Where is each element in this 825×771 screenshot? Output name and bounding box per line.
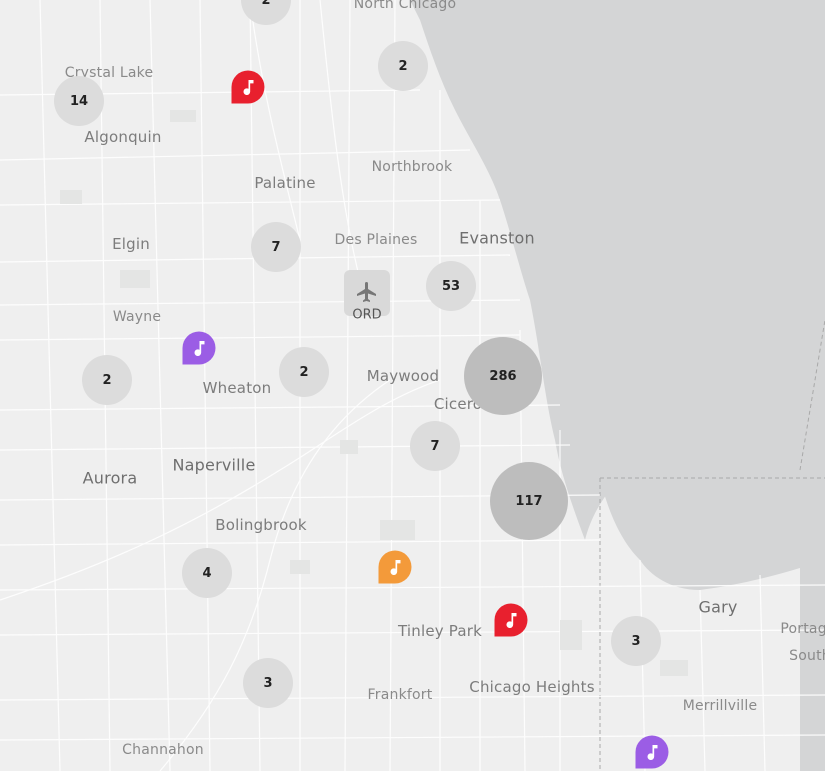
lake-south-shore [600, 478, 825, 590]
place-label: Frankfort [367, 687, 433, 703]
cluster-marker[interactable]: 3 [243, 658, 293, 708]
cluster-marker[interactable]: 7 [251, 222, 301, 272]
place-label: Northbrook [371, 159, 453, 175]
cluster-marker[interactable]: 4 [182, 548, 232, 598]
place-label: Evanston [459, 228, 535, 248]
cluster-marker[interactable]: 2 [378, 41, 428, 91]
place-label: Tinley Park [397, 622, 483, 640]
place-label: South [789, 648, 825, 664]
music-note-icon [390, 559, 400, 575]
event-pin-purple[interactable] [182, 331, 216, 365]
place-label: North Chicago [353, 0, 457, 12]
event-pin-red[interactable] [494, 603, 528, 637]
place-label: Des Plaines [334, 232, 418, 248]
place-label: Maywood [366, 367, 440, 385]
cluster-marker[interactable]: 2 [279, 347, 329, 397]
airplane-icon [357, 282, 376, 302]
place-label: Gary [698, 597, 738, 617]
cluster-marker[interactable]: 14 [54, 76, 104, 126]
place-label: Channahon [122, 742, 204, 758]
airport-code: ORD [352, 307, 382, 323]
place-label: Elgin [112, 235, 150, 253]
cluster-marker[interactable]: 2 [82, 355, 132, 405]
place-label: Bolingbrook [215, 516, 307, 534]
cluster-marker-large[interactable]: 286 [464, 337, 542, 415]
cluster-marker[interactable]: 7 [410, 421, 460, 471]
map-canvas[interactable]: ORD North Chicago Crystal Lake Algonquin… [0, 0, 825, 771]
place-label: Chicago Heights [469, 678, 595, 696]
cluster-marker-large[interactable]: 117 [490, 462, 568, 540]
cluster-marker[interactable]: 3 [611, 616, 661, 666]
place-label: Palatine [254, 174, 316, 192]
event-pin-orange[interactable] [378, 550, 412, 584]
place-label: Merrillville [682, 698, 758, 714]
music-note-icon [506, 612, 516, 628]
cluster-marker[interactable]: 53 [426, 261, 476, 311]
place-label: Naperville [172, 455, 256, 475]
place-label: Wheaton [202, 379, 272, 397]
place-label: Aurora [82, 468, 138, 488]
music-note-icon [194, 340, 204, 356]
place-label: Wayne [112, 309, 162, 325]
event-pin-red[interactable] [231, 70, 265, 104]
music-note-icon [647, 744, 657, 760]
place-label: Algonquin [84, 128, 162, 146]
place-label: Portage [780, 621, 825, 637]
music-note-icon [243, 79, 253, 95]
event-pin-purple[interactable] [635, 735, 669, 769]
